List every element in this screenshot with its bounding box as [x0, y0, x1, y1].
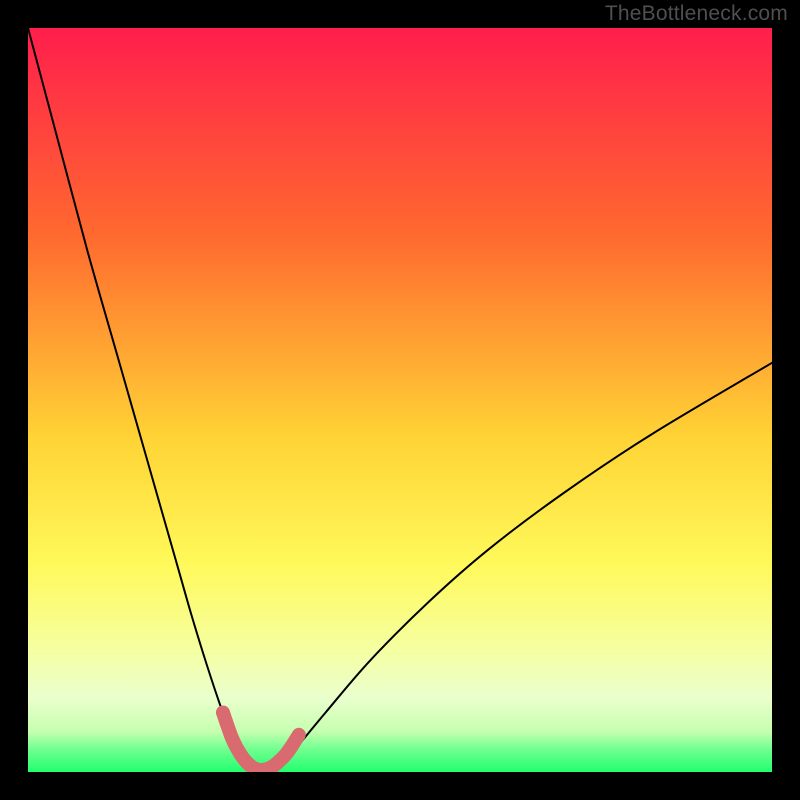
gradient-background: [28, 28, 772, 772]
chart-frame: TheBottleneck.com: [0, 0, 800, 800]
bottleneck-chart: [28, 28, 772, 772]
plot-area: [28, 28, 772, 772]
watermark-text: TheBottleneck.com: [605, 2, 788, 26]
